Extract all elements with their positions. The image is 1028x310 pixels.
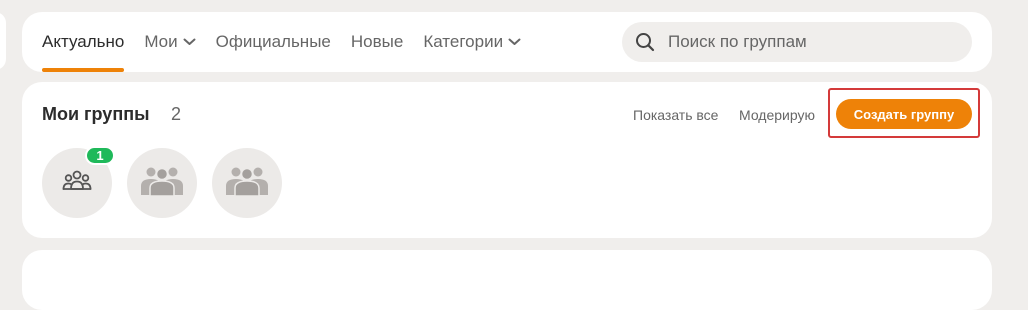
my-groups-section: Мои группы 2 Показать все Модерирую Созд… (22, 82, 992, 238)
tab-my[interactable]: Мои (144, 12, 196, 72)
tab-actual-label: Актуально (42, 32, 125, 51)
section-title: Мои группы (42, 104, 150, 124)
show-all-link[interactable]: Показать все (633, 107, 718, 123)
tab-official[interactable]: Официальные (216, 12, 331, 72)
chevron-down-icon (508, 38, 521, 46)
group-avatar[interactable] (212, 148, 282, 218)
group-placeholder-icon (224, 166, 270, 201)
groups-count: 2 (171, 104, 182, 124)
group-placeholder-icon (139, 166, 185, 201)
next-section-card (22, 250, 992, 310)
notification-badge: 1 (85, 146, 115, 165)
moderate-link[interactable]: Модерирую (739, 107, 815, 123)
left-panel-edge (0, 12, 6, 70)
tab-new-label: Новые (350, 32, 404, 51)
groups-nav-bar: Актуально Мои Официальные Новые Категори… (22, 12, 992, 72)
group-search[interactable] (622, 22, 972, 62)
tab-new[interactable]: Новые (351, 12, 403, 72)
tab-categories-label: Категории (423, 32, 504, 51)
group-avatar[interactable] (127, 148, 197, 218)
chevron-down-icon (183, 38, 196, 46)
tab-categories[interactable]: Категории (423, 12, 521, 72)
search-input[interactable] (666, 31, 960, 53)
groups-outline-icon (62, 169, 92, 198)
tab-my-label: Мои (144, 32, 178, 51)
tab-official-label: Официальные (215, 32, 331, 51)
create-group-button[interactable]: Создать группу (836, 99, 972, 129)
groups-tabs: Актуально Мои Официальные Новые Категори… (42, 12, 541, 72)
search-icon (634, 31, 656, 53)
tab-actual[interactable]: Актуально (42, 12, 125, 72)
